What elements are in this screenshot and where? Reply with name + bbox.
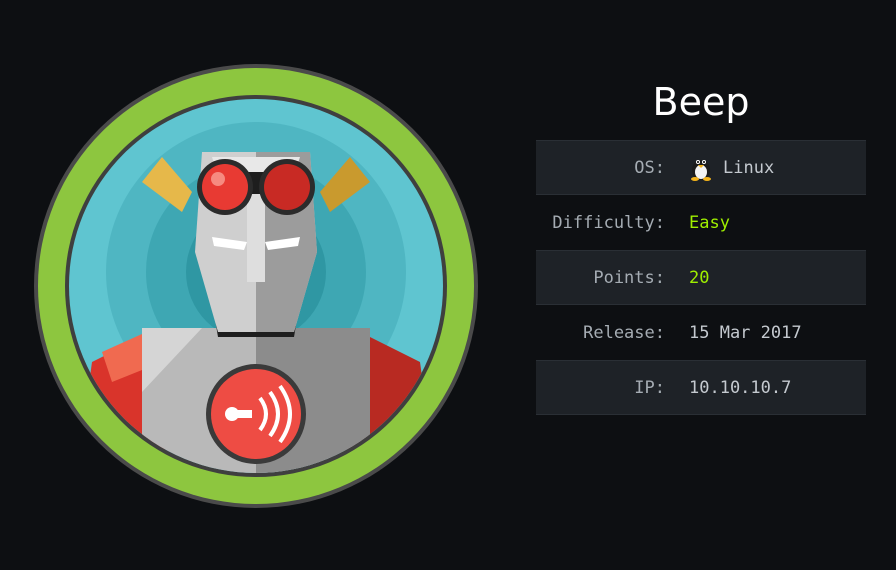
os-name: Linux xyxy=(723,157,775,178)
release-label: Release: xyxy=(583,322,665,343)
points-value: 20 xyxy=(689,267,710,288)
points-label: Points: xyxy=(593,267,665,288)
difficulty-label: Difficulty: xyxy=(552,212,665,233)
ip-label: IP: xyxy=(634,377,665,398)
os-value: Linux xyxy=(689,155,774,181)
machine-name: Beep xyxy=(652,80,750,124)
tux-icon xyxy=(691,159,711,181)
info-row-release: Release: 15 Mar 2017 xyxy=(536,305,866,360)
release-value: 15 Mar 2017 xyxy=(689,322,802,343)
info-row-difficulty: Difficulty: Easy xyxy=(536,195,866,250)
ip-value: 10.10.10.7 xyxy=(689,377,792,398)
machine-info-table: OS: Linux Difficulty: Easy Points: 20 Re… xyxy=(536,140,866,415)
difficulty-value: Easy xyxy=(689,212,730,233)
info-row-os: OS: Linux xyxy=(536,140,866,195)
robot-avatar-icon xyxy=(34,64,478,508)
info-row-ip: IP: 10.10.10.7 xyxy=(536,360,866,415)
info-row-points: Points: 20 xyxy=(536,250,866,305)
machine-avatar xyxy=(32,62,480,510)
os-label: OS: xyxy=(634,157,665,178)
